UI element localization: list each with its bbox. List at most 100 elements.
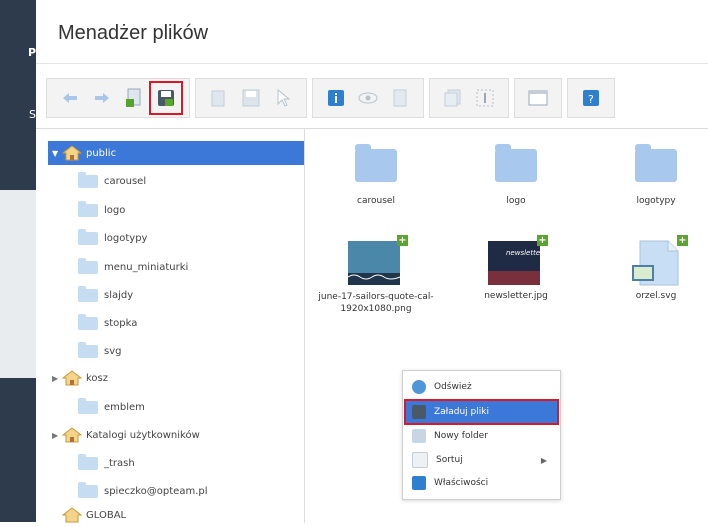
folder-icon: [78, 200, 98, 217]
background-label: P: [28, 46, 37, 59]
home-icon: [62, 427, 82, 443]
plus-icon: +: [397, 235, 408, 246]
tree-item-trash[interactable]: _trash: [78, 451, 135, 475]
text-select-icon[interactable]: [474, 87, 496, 109]
tree-item-label: Katalogi użytkowników: [86, 429, 200, 441]
file-item-newsletter[interactable]: newslette + newsletter.jpg: [456, 235, 576, 301]
tree-item-label: menu_miniaturki: [104, 261, 189, 273]
image-thumbnail: +: [347, 235, 408, 287]
toolbar-group-view: [312, 78, 424, 118]
upload-files-icon[interactable]: [149, 81, 183, 115]
file-item-june-17[interactable]: + june-17-sailors-quote-cal-1920x1080.pn…: [316, 235, 436, 315]
submenu-arrow-icon: ▶: [540, 455, 547, 465]
file-item-logotypy[interactable]: logotypy: [596, 144, 708, 206]
plus-icon: +: [677, 235, 688, 246]
toolbar: ?: [46, 73, 620, 123]
file-label: carousel: [357, 196, 395, 206]
new-file-icon[interactable]: [123, 87, 145, 109]
home-icon: [62, 145, 82, 161]
tree-item-label: carousel: [104, 175, 147, 187]
help-icon[interactable]: ?: [580, 87, 602, 109]
file-label: june-17-sailors-quote-cal-1920x1080.png: [318, 292, 434, 314]
tree-item-slajdy[interactable]: slajdy: [78, 283, 133, 307]
menu-item-properties[interactable]: Właściwości: [406, 472, 557, 494]
file-label: newsletter.jpg: [484, 291, 548, 301]
dialog-title: Menadżer plików: [58, 22, 209, 44]
tree-item-label: spieczko@opteam.pl: [104, 485, 208, 497]
toolbar-group-window: [514, 78, 562, 118]
tree-item-stopka[interactable]: stopka: [78, 311, 137, 335]
folder-icon: [635, 144, 677, 182]
toolbar-group-nav: [46, 78, 190, 118]
expand-icon[interactable]: ▶: [52, 431, 62, 440]
folder-icon: [78, 453, 98, 470]
menu-item-refresh[interactable]: Odśwież: [406, 376, 557, 398]
tree-item-carousel[interactable]: carousel: [78, 169, 146, 193]
folder-icon: [78, 341, 98, 358]
tree-item-logo[interactable]: logo: [78, 198, 125, 222]
background-label: S: [29, 108, 36, 121]
file-label: logotypy: [636, 196, 676, 206]
context-menu: Odśwież Załaduj pliki Nowy folder Sortuj…: [402, 370, 561, 500]
menu-item-label: Odśwież: [434, 382, 472, 392]
window-icon[interactable]: [527, 87, 549, 109]
thumbnail-text: newslette: [506, 249, 541, 257]
folder-tree: ▼ public carousel logo logotypy menu_min…: [36, 129, 305, 523]
tree-item-label: emblem: [104, 401, 145, 413]
toolbar-group-tools: [429, 78, 509, 118]
menu-item-sort[interactable]: Sortuj ▶: [406, 449, 557, 471]
tree-item-emblem[interactable]: emblem: [78, 395, 145, 419]
folder-icon: [78, 285, 98, 302]
tree-item-global[interactable]: GLOBAL: [62, 503, 126, 527]
upload-files-icon: [412, 405, 426, 419]
sort-icon: [412, 452, 428, 468]
tree-item-label: GLOBAL: [86, 509, 127, 521]
toolbar-group-edit: [195, 78, 307, 118]
plus-icon: +: [537, 235, 548, 246]
save-icon[interactable]: [240, 87, 262, 109]
file-manager-dialog: Menadżer plików ? ▼ public carousel logo…: [36, 0, 708, 523]
tree-item-logotypy[interactable]: logotypy: [78, 226, 147, 250]
folder-icon: [78, 228, 98, 245]
tree-item-label: public: [86, 147, 117, 159]
home-icon: [62, 370, 82, 386]
tree-item-user[interactable]: spieczko@opteam.pl: [78, 479, 208, 503]
tree-item-katalogi[interactable]: ▶ Katalogi użytkowników: [52, 423, 200, 447]
menu-item-label: Właściwości: [434, 478, 489, 488]
tree-item-label: logo: [104, 204, 126, 216]
file-label: orzel.svg: [635, 291, 677, 301]
tree-item-label: slajdy: [104, 289, 134, 301]
tree-item-label: stopka: [104, 317, 138, 329]
back-arrow-icon[interactable]: [59, 87, 81, 109]
info-icon: [412, 476, 426, 490]
folder-icon: [495, 144, 537, 182]
preview-eye-icon[interactable]: [357, 87, 379, 109]
expand-icon[interactable]: ▶: [52, 374, 62, 383]
new-folder-icon: [412, 429, 426, 443]
file-item-carousel[interactable]: carousel: [316, 144, 436, 206]
menu-item-label: Załaduj pliki: [434, 407, 489, 417]
tree-item-label: logotypy: [104, 232, 148, 244]
menu-item-label: Nowy folder: [434, 431, 488, 441]
copy-icon[interactable]: [208, 87, 230, 109]
file-label: logo: [506, 196, 526, 206]
info-icon[interactable]: [325, 87, 347, 109]
document-icon[interactable]: [389, 87, 411, 109]
svg-text:?: ?: [588, 93, 594, 106]
file-item-orzel[interactable]: + orzel.svg: [596, 235, 708, 301]
file-item-logo[interactable]: logo: [456, 144, 576, 206]
pages-icon[interactable]: [442, 87, 464, 109]
forward-arrow-icon[interactable]: [91, 87, 113, 109]
cursor-icon[interactable]: [272, 87, 294, 109]
menu-item-new-folder[interactable]: Nowy folder: [406, 425, 557, 447]
svg-file-icon: +: [628, 235, 688, 287]
tree-item-menu-miniaturki[interactable]: menu_miniaturki: [78, 255, 188, 279]
menu-item-upload[interactable]: Załaduj pliki: [404, 399, 559, 425]
toolbar-group-help: ?: [567, 78, 615, 118]
file-browser-panel: ▼ public carousel logo logotypy menu_min…: [36, 128, 708, 523]
tree-item-svg[interactable]: svg: [78, 339, 121, 363]
folder-icon: [78, 481, 98, 498]
tree-item-public[interactable]: ▼ public: [48, 141, 304, 165]
tree-item-kosz[interactable]: ▶ kosz: [52, 366, 108, 390]
tree-item-label: _trash: [104, 457, 135, 469]
